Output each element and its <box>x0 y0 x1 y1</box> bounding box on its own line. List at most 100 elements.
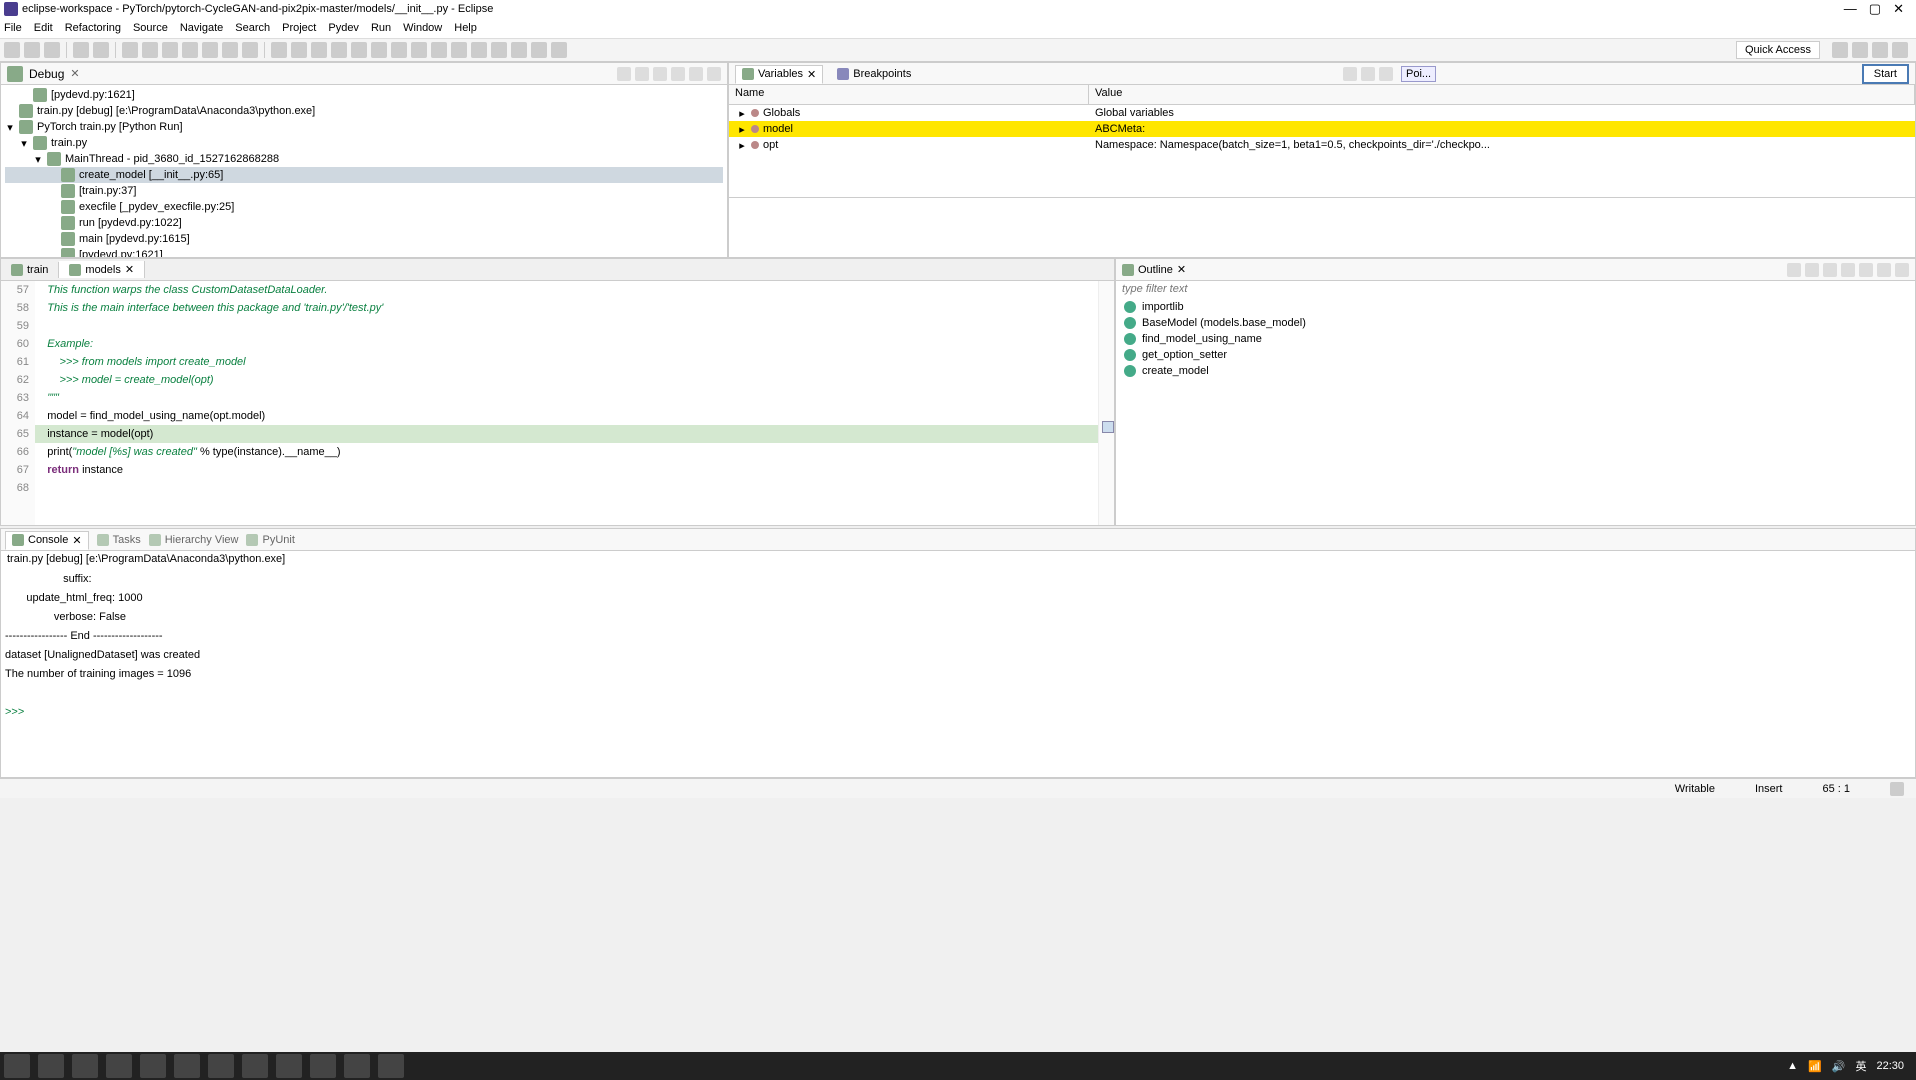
variables-body[interactable]: ▸GlobalsGlobal variables▸modelABCMeta: ▸… <box>729 105 1915 197</box>
line-number[interactable]: 59 <box>1 317 29 335</box>
overview-ruler[interactable] <box>1098 281 1114 525</box>
expand-icon[interactable]: ▸ <box>737 139 747 152</box>
toolbar-icon[interactable] <box>1343 67 1357 81</box>
task-view-icon[interactable] <box>72 1054 98 1078</box>
debug-tree-item[interactable]: train.py [debug] [e:\ProgramData\Anacond… <box>5 103 723 119</box>
resource-perspective-icon[interactable] <box>1892 42 1908 58</box>
menu-refactoring[interactable]: Refactoring <box>65 22 121 34</box>
toolbar-icon[interactable] <box>1841 263 1855 277</box>
step-into-icon[interactable] <box>202 42 218 58</box>
line-number[interactable]: 64 <box>1 407 29 425</box>
maximize-view-icon[interactable] <box>1895 263 1909 277</box>
toolbar-icon[interactable] <box>351 42 367 58</box>
line-number[interactable]: 68 <box>1 479 29 497</box>
toolbar-icon[interactable] <box>451 42 467 58</box>
debug-tree-item[interactable]: [pydevd.py:1621] <box>5 87 723 103</box>
terminate-icon[interactable] <box>162 42 178 58</box>
minimize-button[interactable]: — <box>1844 1 1857 17</box>
tab-variables[interactable]: Variables ✕ <box>735 65 823 84</box>
start-button[interactable]: Start <box>1862 64 1909 84</box>
clock[interactable]: 22:30 <box>1876 1060 1904 1072</box>
toolbar-icon[interactable] <box>1379 67 1393 81</box>
toolbar-icon[interactable] <box>635 67 649 81</box>
close-icon[interactable]: ✕ <box>125 263 134 276</box>
debug-tree-item[interactable]: run [pydevd.py:1022] <box>5 215 723 231</box>
toolbar-icon[interactable] <box>311 42 327 58</box>
debug-tree-item[interactable]: ▾PyTorch train.py [Python Run] <box>5 119 723 135</box>
editor-tab-models[interactable]: models ✕ <box>59 261 145 278</box>
line-number[interactable]: 61 <box>1 353 29 371</box>
code-line[interactable]: This function warps the class CustomData… <box>35 281 1098 299</box>
cortana-icon[interactable] <box>38 1054 64 1078</box>
toolbar-icon[interactable] <box>371 42 387 58</box>
save-all-icon[interactable] <box>44 42 60 58</box>
debug-perspective-icon[interactable] <box>1872 42 1888 58</box>
code-line[interactable]: instance = model(opt) <box>35 425 1098 443</box>
view-menu-icon[interactable] <box>1859 263 1873 277</box>
line-number[interactable]: 58 <box>1 299 29 317</box>
debug-tree-item[interactable]: ▾MainThread - pid_3680_id_1527162868288 <box>5 151 723 167</box>
taskbar-app[interactable] <box>242 1054 268 1078</box>
tab-console[interactable]: Console ✕ <box>5 531 89 550</box>
console-body[interactable]: suffix: update_html_freq: 1000 verbose: … <box>1 567 1915 777</box>
start-button[interactable] <box>4 1054 30 1078</box>
code-line[interactable] <box>35 317 1098 335</box>
code-line[interactable]: print("model [%s] was created" % type(in… <box>35 443 1098 461</box>
line-number[interactable]: 65 <box>1 425 29 443</box>
toolbar-icon[interactable] <box>653 67 667 81</box>
resume-icon[interactable] <box>122 42 138 58</box>
toolbar-icon[interactable] <box>531 42 547 58</box>
toolbar-icon[interactable] <box>551 42 567 58</box>
close-icon[interactable]: ✕ <box>70 67 79 80</box>
new-icon[interactable] <box>4 42 20 58</box>
debug-tree-item[interactable]: [pydevd.py:1621] <box>5 247 723 257</box>
taskbar-app[interactable] <box>140 1054 166 1078</box>
menu-window[interactable]: Window <box>403 22 442 34</box>
code-line[interactable]: model = find_model_using_name(opt.model) <box>35 407 1098 425</box>
menu-edit[interactable]: Edit <box>34 22 53 34</box>
ruler-mark[interactable] <box>1102 421 1114 433</box>
outline-item[interactable]: get_option_setter <box>1124 347 1907 363</box>
outline-filter-input[interactable] <box>1122 283 1909 295</box>
toolbar-icon[interactable] <box>291 42 307 58</box>
debug-tree-item[interactable]: [train.py:37] <box>5 183 723 199</box>
expand-icon[interactable]: ▸ <box>737 123 747 136</box>
toolbar-icon[interactable] <box>391 42 407 58</box>
toolbar-icon[interactable] <box>491 42 507 58</box>
toolbar-icon[interactable] <box>471 42 487 58</box>
line-gutter[interactable]: 575859606162636465666768 <box>1 281 35 525</box>
menu-search[interactable]: Search <box>235 22 270 34</box>
debug-tree-item[interactable]: execfile [_pydev_execfile.py:25] <box>5 199 723 215</box>
tab-pyunit[interactable]: PyUnit <box>246 534 294 546</box>
line-number[interactable]: 67 <box>1 461 29 479</box>
tab-breakpoints[interactable]: Breakpoints <box>831 66 917 82</box>
outline-body[interactable]: importlibBaseModel (models.base_model)fi… <box>1116 297 1915 525</box>
pydev-perspective-icon[interactable] <box>1852 42 1868 58</box>
menu-file[interactable]: File <box>4 22 22 34</box>
outline-item[interactable]: BaseModel (models.base_model) <box>1124 315 1907 331</box>
outline-item[interactable]: importlib <box>1124 299 1907 315</box>
close-button[interactable]: ✕ <box>1893 1 1904 17</box>
toolbar-icon[interactable] <box>271 42 287 58</box>
taskbar-app[interactable] <box>310 1054 336 1078</box>
expand-icon[interactable]: ▾ <box>5 121 15 134</box>
code-line[interactable]: Example: <box>35 335 1098 353</box>
tab-poi-label[interactable]: Poi... <box>1401 66 1436 82</box>
close-icon[interactable]: ✕ <box>1177 263 1186 276</box>
toolbar-icon[interactable] <box>1823 263 1837 277</box>
code-line[interactable] <box>35 479 1098 497</box>
expand-icon[interactable]: ▾ <box>19 137 29 150</box>
toolbar-icon[interactable] <box>431 42 447 58</box>
debug-tree-item[interactable]: ▾train.py <box>5 135 723 151</box>
line-number[interactable]: 66 <box>1 443 29 461</box>
editor-body[interactable]: 575859606162636465666768 This function w… <box>1 281 1114 525</box>
debug-tree-item[interactable]: main [pydevd.py:1615] <box>5 231 723 247</box>
expand-icon[interactable]: ▾ <box>33 153 43 166</box>
suspend-icon[interactable] <box>142 42 158 58</box>
taskbar-app[interactable] <box>276 1054 302 1078</box>
toolbar-icon[interactable] <box>1787 263 1801 277</box>
tray-icon[interactable]: ▲ <box>1787 1060 1798 1072</box>
tab-tasks[interactable]: Tasks <box>97 534 141 546</box>
col-name[interactable]: Name <box>729 85 1089 104</box>
minimize-view-icon[interactable] <box>1877 263 1891 277</box>
